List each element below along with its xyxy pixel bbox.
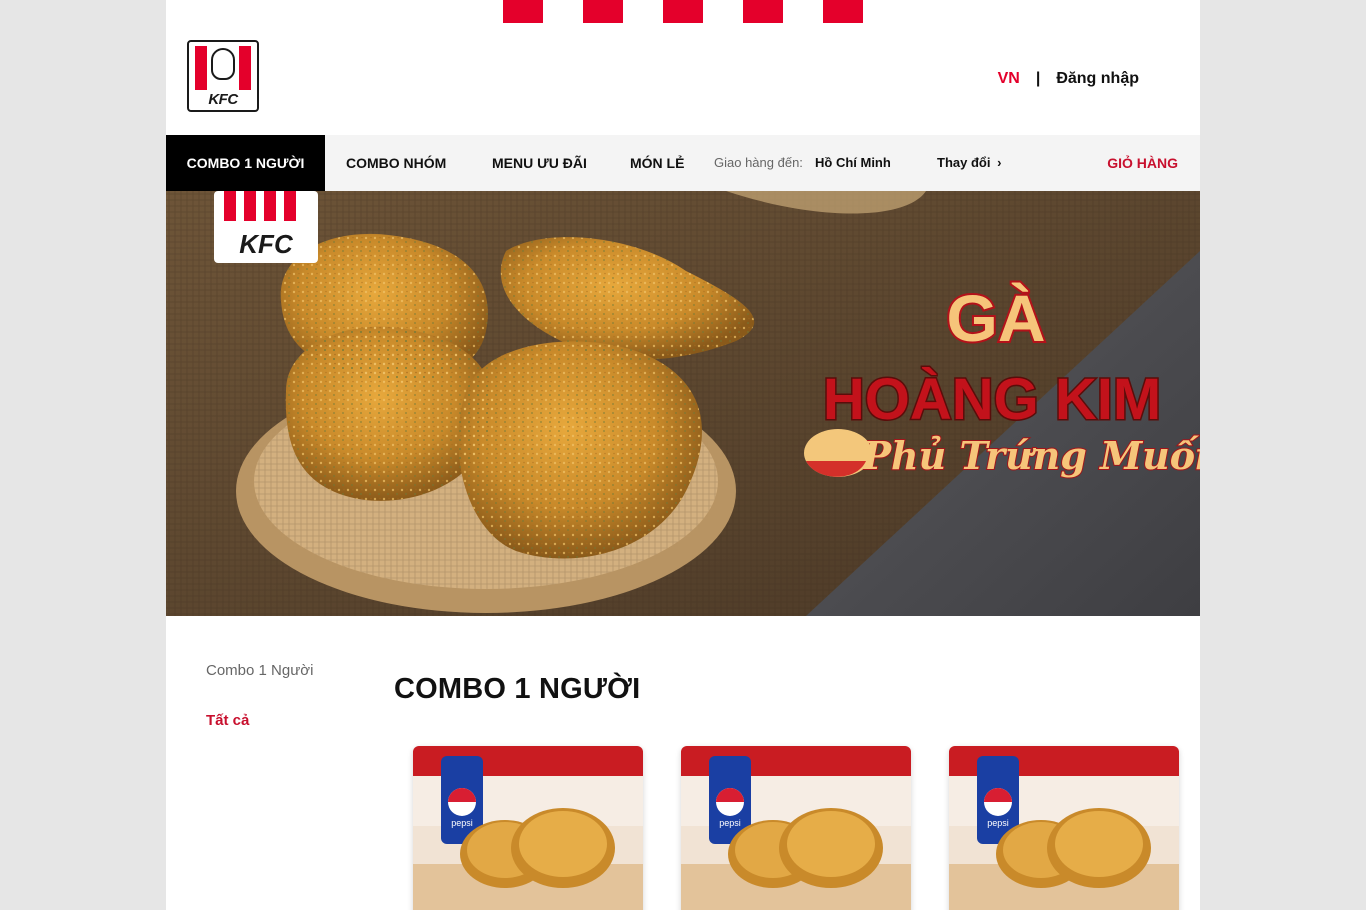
- sidebar-filter-all[interactable]: Tất cả: [206, 712, 249, 729]
- chevron-right-icon: ›: [997, 155, 1002, 170]
- delivery-city: Hồ Chí Minh: [815, 155, 891, 170]
- product-card[interactable]: pepsi: [949, 746, 1179, 910]
- kfc-logo[interactable]: KFC: [187, 40, 259, 112]
- stripe: [663, 0, 703, 23]
- banner-headline-1: GÀ: [947, 281, 1046, 355]
- language-switch[interactable]: VN: [998, 70, 1020, 88]
- can-label: pepsi: [987, 818, 1009, 828]
- hero-banner[interactable]: KFC GÀ HOÀNG KIM Phủ Trứng Muối: [166, 191, 1200, 616]
- delivery-label: Giao hàng đến:: [714, 155, 803, 170]
- stripe: [823, 0, 863, 23]
- banner-headline-2: HOÀNG KIM: [823, 367, 1161, 432]
- nav-combo-nhom[interactable]: COMBO NHÓM: [346, 135, 446, 191]
- cart-link[interactable]: GIỎ HÀNG: [1107, 135, 1178, 191]
- colonel-icon: [211, 48, 235, 80]
- product-card[interactable]: pepsi: [413, 746, 643, 910]
- stripe: [503, 0, 543, 23]
- header-actions: VN | Đăng nhập: [998, 70, 1139, 88]
- change-label: Thay đổi: [937, 155, 991, 170]
- can-label: pepsi: [719, 818, 741, 828]
- header-separator: |: [1035, 70, 1041, 87]
- nav-combo-1-nguoi[interactable]: COMBO 1 NGƯỜI: [166, 135, 325, 191]
- page: KFC VN | Đăng nhập COMBO 1 NGƯỜI COMBO N…: [166, 0, 1200, 910]
- nav-mon-le[interactable]: MÓN LẺ: [630, 135, 684, 191]
- section-title: COMBO 1 NGƯỜI: [394, 673, 641, 705]
- sidebar-category[interactable]: Combo 1 Người: [206, 662, 313, 679]
- change-location-link[interactable]: Thay đổi ›: [937, 135, 1001, 191]
- nav-menu-uu-dai[interactable]: MENU ƯU ĐÃI: [492, 135, 587, 191]
- banner-tagline: Phủ Trứng Muối: [861, 433, 1200, 478]
- product-card[interactable]: pepsi: [681, 746, 911, 910]
- product-image: pepsi: [949, 746, 1179, 910]
- can-label: pepsi: [451, 818, 473, 828]
- banner-image: KFC GÀ HOÀNG KIM Phủ Trứng Muối: [166, 191, 1200, 616]
- banner-logo-text: KFC: [239, 229, 294, 259]
- product-image: pepsi: [681, 746, 911, 910]
- product-image: pepsi: [413, 746, 643, 910]
- stripe: [743, 0, 783, 23]
- login-link[interactable]: Đăng nhập: [1056, 70, 1139, 88]
- logo-brand-text: KFC: [208, 91, 238, 108]
- main-nav: COMBO 1 NGƯỜI COMBO NHÓM MENU ƯU ĐÃI MÓN…: [166, 135, 1200, 191]
- stripe: [583, 0, 623, 23]
